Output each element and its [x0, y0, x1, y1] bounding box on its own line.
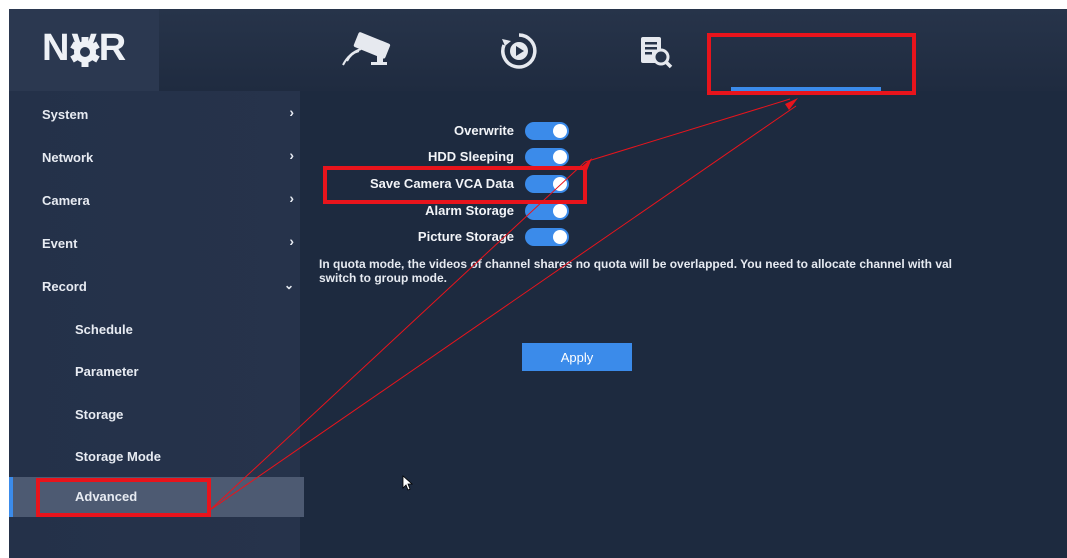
annotation-box-advanced — [36, 478, 211, 517]
annotation-box-settings — [707, 33, 916, 95]
annotation-box-vca — [323, 166, 587, 204]
